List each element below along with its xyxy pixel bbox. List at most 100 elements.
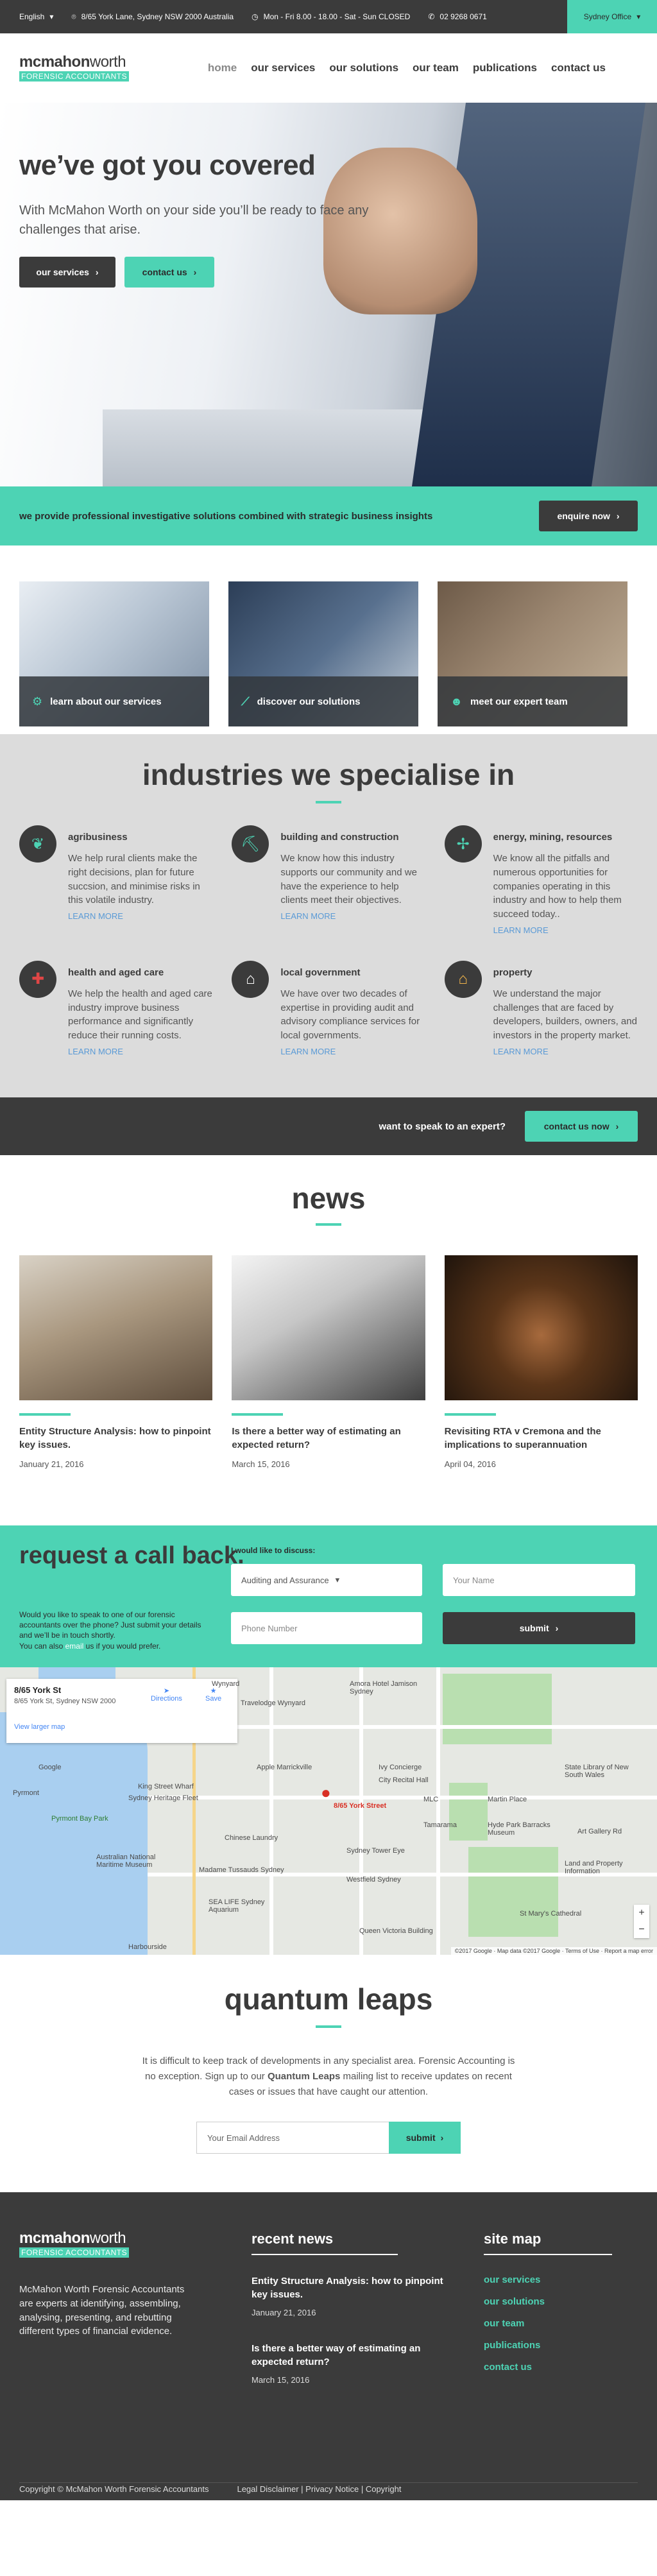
hero-title: we’ve got you covered xyxy=(19,150,316,181)
sitemap-link-our-team[interactable]: our team xyxy=(484,2318,612,2329)
industry-text: We know how this industry supports our c… xyxy=(280,853,417,906)
chevron-down-icon: ▾ xyxy=(49,12,54,21)
learn-more-link[interactable]: LEARN MORE xyxy=(280,1047,425,1056)
footer-news-date: January 21, 2016 xyxy=(252,2308,316,2317)
map-label: MLC xyxy=(423,1796,439,1803)
our-services-button[interactable]: our services › xyxy=(19,257,115,288)
discuss-select[interactable]: Auditing and Assurance ▾ xyxy=(231,1564,422,1596)
industry-local-government: ⌂ local government We have over two decad… xyxy=(232,960,425,1056)
phone-input[interactable]: Phone Number xyxy=(231,1612,422,1644)
nav-our-team[interactable]: our team xyxy=(413,62,459,74)
logo-name-light: worth xyxy=(89,53,126,71)
office-selector[interactable]: Sydney Office ▾ xyxy=(567,0,657,33)
sitemap-link-our-services[interactable]: our services xyxy=(484,2274,612,2285)
view-larger-map-link[interactable]: View larger map xyxy=(14,1723,230,1731)
learn-more-link[interactable]: LEARN MORE xyxy=(493,925,638,935)
logo[interactable]: mcmahonworth FORENSIC ACCOUNTANTS xyxy=(19,53,130,82)
industries-title: industries we specialise in xyxy=(142,758,515,791)
chevron-right-icon: › xyxy=(555,1623,559,1633)
tile-solutions[interactable]: ⟋ discover our solutions xyxy=(228,581,418,726)
map-label: Queen Victoria Building xyxy=(359,1927,433,1935)
chart-icon: ⟋ xyxy=(241,694,250,708)
enquire-now-button[interactable]: enquire now › xyxy=(539,501,638,531)
industry-title: health and aged care xyxy=(68,966,164,978)
news-accent-bar xyxy=(444,1413,496,1416)
news-card-date: March 15, 2016 xyxy=(232,1459,290,1469)
news-card-title[interactable]: Is there a better way of estimating an e… xyxy=(232,1425,425,1452)
nav-contact-us[interactable]: contact us xyxy=(551,62,606,74)
newsletter-submit-button[interactable]: submit › xyxy=(389,2122,461,2154)
footer-copyright: Copyright © McMahon Worth Forensic Accou… xyxy=(19,2484,209,2494)
footer-news-item[interactable]: Entity Structure Analysis: how to pinpoi… xyxy=(252,2274,444,2317)
map-pin-label: 8/65 York Street xyxy=(334,1802,387,1810)
news-card-title[interactable]: Entity Structure Analysis: how to pinpoi… xyxy=(19,1425,212,1452)
news-image-meeting xyxy=(19,1255,213,1400)
newsletter-email-input[interactable]: Your Email Address xyxy=(196,2122,389,2154)
learn-more-link[interactable]: LEARN MORE xyxy=(493,1047,638,1056)
callback-desc-text: us if you would prefer. xyxy=(85,1641,161,1651)
phone-info[interactable]: ✆ 02 9268 0671 xyxy=(428,12,486,21)
chevron-right-icon: › xyxy=(615,1121,619,1131)
location-map[interactable]: 8/65 York St 8/65 York St, Sydney NSW 20… xyxy=(0,1667,657,1955)
sitemap-link-contact-us[interactable]: contact us xyxy=(484,2362,612,2373)
sitemap-link-our-solutions[interactable]: our solutions xyxy=(484,2296,612,2307)
contact-us-label: contact us xyxy=(142,267,187,277)
zoom-out-icon[interactable]: − xyxy=(634,1921,649,1938)
tile-services[interactable]: ⚙ learn about our services xyxy=(19,581,209,726)
industry-energy: ✢ energy, mining, resources We know all t… xyxy=(444,825,638,935)
footer-logo[interactable]: mcmahonworth FORENSIC ACCOUNTANTS xyxy=(19,2231,186,2258)
site-header: mcmahonworth FORENSIC ACCOUNTANTS home o… xyxy=(0,33,657,103)
learn-more-link[interactable]: LEARN MORE xyxy=(68,911,212,921)
nav-publications[interactable]: publications xyxy=(473,62,537,74)
title-underline xyxy=(316,2025,341,2028)
industry-text: We help the health and aged care industr… xyxy=(68,988,212,1041)
footer-news-title[interactable]: Is there a better way of estimating an e… xyxy=(252,2342,444,2369)
industry-text: We understand the major challenges that … xyxy=(493,988,637,1041)
directions-button[interactable]: ➤ Directions xyxy=(151,1687,182,1703)
footer-news-item[interactable]: Is there a better way of estimating an e… xyxy=(252,2342,444,2385)
news-accent-bar xyxy=(232,1413,284,1416)
contact-us-now-button[interactable]: contact us now › xyxy=(525,1111,638,1142)
name-placeholder: Your Name xyxy=(453,1575,495,1585)
map-label: Westfield Sydney xyxy=(346,1876,401,1884)
news-card[interactable]: Entity Structure Analysis: how to pinpoi… xyxy=(19,1255,213,1469)
learn-more-link[interactable]: LEARN MORE xyxy=(280,911,425,921)
callback-submit-button[interactable]: submit › xyxy=(443,1612,635,1644)
learn-more-link[interactable]: LEARN MORE xyxy=(68,1047,212,1056)
email-link[interactable]: email xyxy=(65,1642,84,1651)
site-map-title: site map xyxy=(484,2231,542,2247)
address-text: 8/65 York Lane, Sydney NSW 2000 Australi… xyxy=(81,12,234,21)
zoom-in-icon[interactable]: + xyxy=(634,1905,649,1921)
industry-title: energy, mining, resources xyxy=(493,832,613,843)
language-selector[interactable]: English ▾ xyxy=(19,12,53,21)
our-services-label: our services xyxy=(36,267,89,277)
footer-news-title[interactable]: Entity Structure Analysis: how to pinpoi… xyxy=(252,2274,444,2301)
footer-rule xyxy=(484,2254,612,2255)
news-section: news Entity Structure Analysis: how to p… xyxy=(0,1155,657,1525)
map-label: Wynyard xyxy=(212,1680,240,1688)
news-card[interactable]: Revisiting RTA v Cremona and the implica… xyxy=(444,1255,638,1469)
footer-rule xyxy=(252,2254,398,2255)
news-image-calculator xyxy=(232,1255,425,1400)
sitemap-link-publications[interactable]: publications xyxy=(484,2340,612,2351)
nav-our-services[interactable]: our services xyxy=(251,62,315,74)
logo-tagline: FORENSIC ACCOUNTANTS xyxy=(19,71,130,82)
map-zoom-controls[interactable]: + − xyxy=(634,1905,649,1938)
contact-us-button[interactable]: contact us › xyxy=(124,257,214,288)
name-input[interactable]: Your Name xyxy=(443,1564,635,1596)
footer-legal-links[interactable]: Legal Disclaimer | Privacy Notice | Copy… xyxy=(237,2484,401,2494)
news-card[interactable]: Is there a better way of estimating an e… xyxy=(232,1255,425,1469)
phone-placeholder: Phone Number xyxy=(241,1623,298,1633)
nav-home[interactable]: home xyxy=(208,62,237,74)
tile-solutions-label: discover our solutions xyxy=(257,696,361,707)
logo-name-bold: mcmahon xyxy=(19,2229,90,2247)
nav-our-solutions[interactable]: our solutions xyxy=(329,62,398,74)
news-card-title[interactable]: Revisiting RTA v Cremona and the implica… xyxy=(445,1425,638,1452)
chevron-right-icon: › xyxy=(193,267,197,277)
save-button[interactable]: ★ Save xyxy=(205,1687,221,1703)
map-label: SEA LIFE Sydney Aquarium xyxy=(209,1898,265,1914)
map-water xyxy=(0,1712,148,1955)
industry-text: We help rural clients make the right dec… xyxy=(68,853,200,906)
tile-team[interactable]: ☻ meet our expert team xyxy=(438,581,627,726)
map-label: St Mary's Cathedral xyxy=(520,1910,582,1918)
